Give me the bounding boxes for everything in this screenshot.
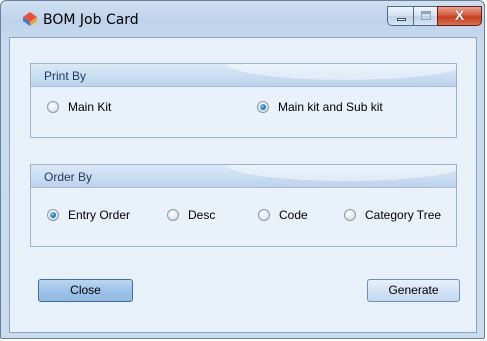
radio-main-kit[interactable]: Main Kit	[47, 100, 111, 114]
radio-entry-order-label: Entry Order	[68, 208, 131, 222]
radio-code-circle[interactable]	[258, 209, 270, 221]
radio-category-tree-circle[interactable]	[344, 209, 356, 221]
order-by-legend: Order By	[44, 170, 93, 184]
maximize-icon	[421, 11, 431, 20]
window-title: BOM Job Card	[43, 12, 139, 28]
radio-main-kit-and-sub-kit[interactable]: Main kit and Sub kit	[257, 100, 383, 114]
maximize-button[interactable]	[413, 6, 438, 26]
bom-app-icon	[23, 12, 37, 26]
radio-code[interactable]: Code	[258, 208, 308, 222]
radio-main-kit-and-sub-kit-label: Main kit and Sub kit	[278, 100, 383, 114]
order-by-group: Order By Entry Order Desc Code Category …	[30, 164, 457, 247]
radio-category-tree-label: Category Tree	[365, 208, 442, 222]
radio-entry-order[interactable]: Entry Order	[47, 208, 130, 222]
radio-code-label: Code	[279, 208, 308, 222]
close-button[interactable]: Close	[38, 279, 133, 302]
print-by-legend: Print By	[44, 69, 87, 83]
minimize-icon	[397, 18, 406, 21]
title-bar[interactable]: BOM Job Card X	[1, 1, 484, 37]
generate-button[interactable]: Generate	[367, 279, 460, 302]
radio-desc[interactable]: Desc	[167, 208, 215, 222]
radio-desc-circle[interactable]	[167, 209, 179, 221]
order-by-header: Order By	[31, 165, 456, 188]
radio-category-tree[interactable]: Category Tree	[344, 208, 441, 222]
close-icon: X	[454, 7, 465, 23]
radio-main-kit-circle[interactable]	[47, 101, 59, 113]
print-by-group: Print By Main Kit Main kit and Sub kit	[30, 63, 457, 138]
minimize-button[interactable]	[387, 6, 414, 26]
window-close-button[interactable]: X	[437, 6, 482, 26]
radio-main-kit-label: Main Kit	[68, 100, 112, 114]
radio-entry-order-circle[interactable]	[47, 209, 59, 221]
radio-main-kit-and-sub-kit-circle[interactable]	[257, 101, 269, 113]
print-by-header: Print By	[31, 64, 456, 87]
radio-desc-label: Desc	[188, 208, 216, 222]
bom-job-card-window: BOM Job Card X Print By Main Kit Main ki…	[0, 0, 485, 339]
